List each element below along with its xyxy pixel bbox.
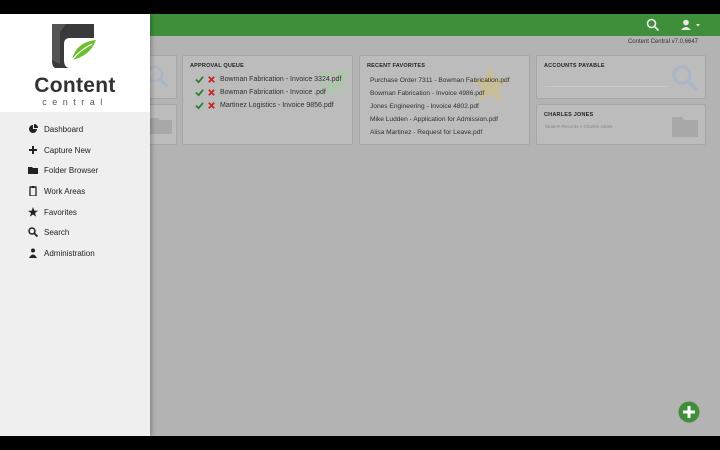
card-title: ACCOUNTS PAYABLE xyxy=(544,63,605,69)
star-icon xyxy=(28,207,38,217)
breadcrumb: Student Records > Charles Jones xyxy=(545,124,613,129)
card-title: APPROVAL QUEUE xyxy=(190,63,244,69)
approval-item-label[interactable]: Bowman Fabrication - Invoice .pdf xyxy=(220,89,326,96)
version-label: Content Central v7.0.6647 xyxy=(627,39,698,45)
star-icon xyxy=(471,66,509,102)
folder-icon xyxy=(150,118,172,134)
approval-item[interactable]: Bowman Fabrication - Invoice 3324.pdf xyxy=(195,75,341,84)
reject-icon[interactable] xyxy=(207,88,216,97)
sidebar-item-label: Work Areas xyxy=(44,186,86,196)
favorite-item[interactable]: Alisa Martinez - Request for Leave.pdf xyxy=(370,129,482,136)
user-menu-icon[interactable] xyxy=(679,18,703,32)
recent-favorites-card[interactable]: RECENT FAVORITES Purchase Order 7311 - B… xyxy=(359,55,530,145)
sidebar-item-label: Search xyxy=(44,227,70,237)
search-icon[interactable] xyxy=(646,18,660,32)
sidebar-item-label: Dashboard xyxy=(44,124,84,134)
card-title: RECENT FAVORITES xyxy=(367,63,426,69)
logo-area: Content central xyxy=(0,14,150,112)
sidebar-item-capture-new[interactable]: Capture New xyxy=(0,141,150,159)
sidebar-item-label: Folder Browser xyxy=(44,165,99,175)
approval-item-label[interactable]: Martinez Logistics - Invoice 9856.pdf xyxy=(220,102,334,109)
sidebar: Content central Dashboard Capture New Fo… xyxy=(0,14,150,436)
sidebar-item-work-areas[interactable]: Work Areas xyxy=(0,182,150,200)
approval-queue-card[interactable]: APPROVAL QUEUE Bowman Fabrication - Invo… xyxy=(182,55,353,145)
app-screen: Content Central v7.0.6647 APPROVAL QUEUE… xyxy=(0,14,720,436)
divider xyxy=(545,86,667,87)
approve-icon[interactable] xyxy=(195,101,204,110)
approve-icon[interactable] xyxy=(195,75,204,84)
approval-item-label[interactable]: Bowman Fabrication - Invoice 3324.pdf xyxy=(220,76,341,83)
favorite-item[interactable]: Bowman Fabrication - Invoice 4986.pdf xyxy=(370,90,484,97)
charles-jones-card[interactable]: CHARLES JONES Student Records > Charles … xyxy=(536,104,706,145)
favorite-item[interactable]: Purchase Order 7311 - Bowman Fabrication… xyxy=(370,77,510,84)
logo-wordmark: Content xyxy=(34,74,116,97)
favorite-item[interactable]: Jones Engineering - Invoice 4802.pdf xyxy=(370,103,479,110)
approval-item[interactable]: Martinez Logistics - Invoice 9856.pdf xyxy=(195,101,334,110)
sidebar-item-dashboard[interactable]: Dashboard xyxy=(0,120,150,138)
sidebar-item-label: Favorites xyxy=(44,207,77,217)
approval-item[interactable]: Bowman Fabrication - Invoice .pdf xyxy=(195,88,326,97)
sidebar-item-favorites[interactable]: Favorites xyxy=(0,203,150,221)
users-icon xyxy=(29,248,37,258)
card-title: CHARLES JONES xyxy=(544,112,594,118)
clipboard-icon xyxy=(29,186,37,196)
sidebar-item-search[interactable]: Search xyxy=(0,223,150,241)
folder-icon xyxy=(672,117,698,137)
search-icon xyxy=(672,65,699,92)
letterbox-bottom xyxy=(0,436,720,450)
reject-icon[interactable] xyxy=(207,101,216,110)
logo-subtitle: central xyxy=(42,97,108,107)
accounts-payable-card[interactable]: ACCOUNTS PAYABLE xyxy=(536,55,706,99)
search-icon xyxy=(28,227,38,237)
favorite-item[interactable]: Mike Ludden - Application for Admission.… xyxy=(370,116,498,123)
reject-icon[interactable] xyxy=(207,75,216,84)
approve-icon[interactable] xyxy=(195,88,204,97)
letterbox-top xyxy=(0,0,720,14)
content-central-logo-icon xyxy=(52,24,96,68)
sidebar-item-label: Capture New xyxy=(44,145,91,155)
dashboard-icon xyxy=(29,124,38,133)
add-button[interactable] xyxy=(678,401,700,423)
sidebar-item-administration[interactable]: Administration xyxy=(0,244,150,262)
sidebar-item-label: Administration xyxy=(44,248,95,258)
folder-icon xyxy=(28,167,38,174)
sidebar-item-folder-browser[interactable]: Folder Browser xyxy=(0,161,150,179)
plus-icon xyxy=(29,146,37,154)
